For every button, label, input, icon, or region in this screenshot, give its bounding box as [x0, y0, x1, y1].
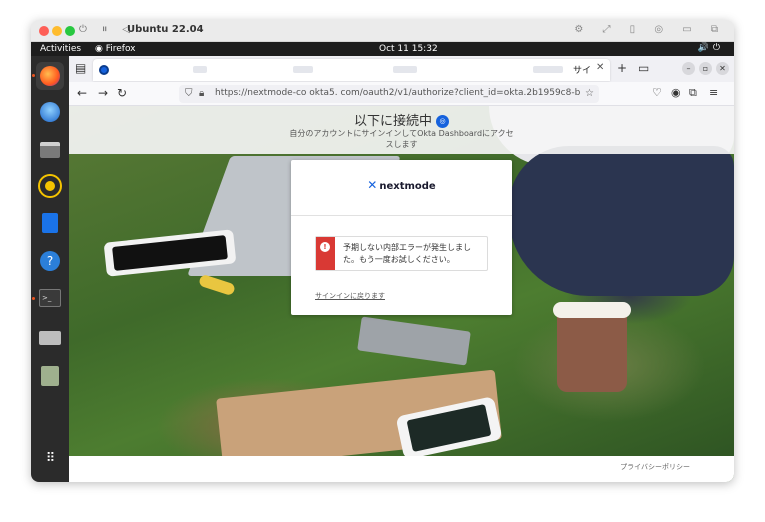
disk-icon[interactable] [36, 324, 64, 352]
close-window-button[interactable] [39, 26, 49, 36]
photo-keyboard [357, 316, 471, 366]
writer-icon[interactable] [36, 209, 64, 237]
clock[interactable]: Oct 11 15:32 [379, 44, 438, 54]
gnome-top-bar: Activities ◉ Firefox Oct 11 15:32 🔊⏻ [31, 42, 734, 56]
active-tab[interactable]: サイ ✕ [93, 59, 610, 81]
photo-cup [557, 306, 627, 392]
bookmark-star-icon[interactable]: ☆ [585, 88, 594, 99]
list-tabs-icon[interactable]: ▭ [638, 61, 649, 75]
error-alert: ! 予期しない内部エラーが発生しました。もう一度お試しください。 [315, 236, 488, 271]
minimize-window-button[interactable] [52, 26, 62, 36]
lock-icon[interactable]: 🔒︎ [199, 88, 204, 99]
vm-toolbar-icons[interactable]: ⚙ ⤢ ▯ ◎ ▭ ⧉ [574, 24, 726, 35]
photo-banana [198, 273, 236, 297]
files-icon[interactable] [36, 136, 64, 164]
sign-in-card: ✕ nextmode ! 予期しない内部エラーが発生しました。もう一度お試しくださ… [291, 160, 512, 315]
redacted-text [293, 66, 313, 73]
rhythmbox-icon[interactable] [36, 172, 64, 200]
firefox-window: ▤ サイ ✕ + ▭ – ▫ ✕ ← → ↻ ⛉ 🔒︎ https://next… [69, 56, 734, 482]
nav-bar: ← → ↻ ⛉ 🔒︎ https://nextmode-co okta5. co… [69, 82, 734, 106]
dock: ? >_ ⠿ [31, 56, 69, 482]
banner-title: 以下に接続中 ◎ [69, 110, 734, 129]
connecting-banner: 以下に接続中 ◎ 自分のアカウントにサインインしてOkta Dashboardにア… [69, 106, 734, 154]
mac-window: ⏻ ⏸ ◁ Ubuntu 22.04 ⚙ ⤢ ▯ ◎ ▭ ⧉ Activitie… [31, 20, 734, 482]
okta-favicon-icon [99, 65, 109, 75]
forward-icon[interactable]: → [98, 86, 108, 100]
divider [291, 215, 512, 216]
photo-cup-lid [553, 302, 631, 318]
close-icon[interactable]: ✕ [716, 62, 729, 75]
privacy-policy-link[interactable]: プライバシーポリシー [620, 462, 690, 472]
app-menu-label: Firefox [105, 44, 136, 54]
redacted-text [193, 66, 207, 73]
url-text[interactable]: https://nextmode-co okta5. com/oauth2/v1… [215, 88, 580, 98]
activities-button[interactable]: Activities [40, 44, 81, 54]
photo-jeans [509, 146, 734, 296]
banner-subtitle: 自分のアカウントにサインインしてOkta Dashboardにアクセスします [289, 129, 514, 149]
mac-titlebar: ⏻ ⏸ ◁ Ubuntu 22.04 ⚙ ⤢ ▯ ◎ ▭ ⧉ [31, 20, 734, 42]
logo-text: nextmode [379, 181, 436, 192]
tab-overview-icon[interactable]: ▤ [75, 61, 86, 75]
window-title: Ubuntu 22.04 [127, 24, 204, 35]
status-icons[interactable]: 🔊⏻ [698, 43, 724, 53]
tab-title: サイ [573, 66, 592, 76]
running-indicator [32, 74, 35, 77]
redacted-text [393, 66, 417, 73]
okta-logo-icon: ◎ [436, 115, 449, 128]
pocket-icon[interactable]: ♡ [652, 86, 662, 99]
nextmode-logo: ✕ nextmode [291, 178, 512, 192]
trash-icon[interactable] [36, 362, 64, 390]
help-icon[interactable]: ? [36, 247, 64, 275]
restore-icon[interactable]: ▫ [699, 62, 712, 75]
error-icon: ! [320, 242, 330, 252]
zoom-window-button[interactable] [65, 26, 75, 36]
new-tab-icon[interactable]: + [617, 61, 627, 75]
nextmode-x-icon: ✕ [367, 178, 378, 192]
redacted-text [533, 66, 563, 73]
reload-icon[interactable]: ↻ [117, 86, 127, 100]
apps-grid-icon[interactable]: ⠿ [36, 444, 64, 472]
tab-bar: ▤ サイ ✕ + ▭ – ▫ ✕ [69, 56, 734, 82]
terminal-icon[interactable]: >_ [36, 284, 64, 312]
url-bar[interactable]: ⛉ 🔒︎ https://nextmode-co okta5. com/oaut… [179, 85, 599, 103]
page-content: 以下に接続中 ◎ 自分のアカウントにサインインしてOkta Dashboardにア… [69, 106, 734, 482]
error-message: 予期しない内部エラーが発生しました。もう一度お試しください。 [343, 243, 471, 264]
menu-icon[interactable]: ≡ [709, 86, 718, 99]
banner-title-text: 以下に接続中 [353, 114, 432, 129]
account-icon[interactable]: ◉ [671, 86, 681, 99]
running-indicator [32, 297, 35, 300]
back-icon[interactable]: ← [77, 86, 87, 100]
extensions-icon[interactable]: ⧉ [689, 86, 697, 100]
minimize-icon[interactable]: – [682, 62, 695, 75]
firefox-icon[interactable] [36, 62, 64, 90]
shield-icon[interactable]: ⛉ [185, 88, 193, 99]
tab-close-icon[interactable]: ✕ [596, 62, 604, 73]
alert-sidebar: ! [316, 237, 335, 270]
app-menu[interactable]: ◉ Firefox [95, 44, 136, 54]
footer: プライバシーポリシー [69, 456, 734, 482]
back-to-sign-in-link[interactable]: サインインに戻ります [315, 291, 385, 301]
thunderbird-icon[interactable] [36, 98, 64, 126]
